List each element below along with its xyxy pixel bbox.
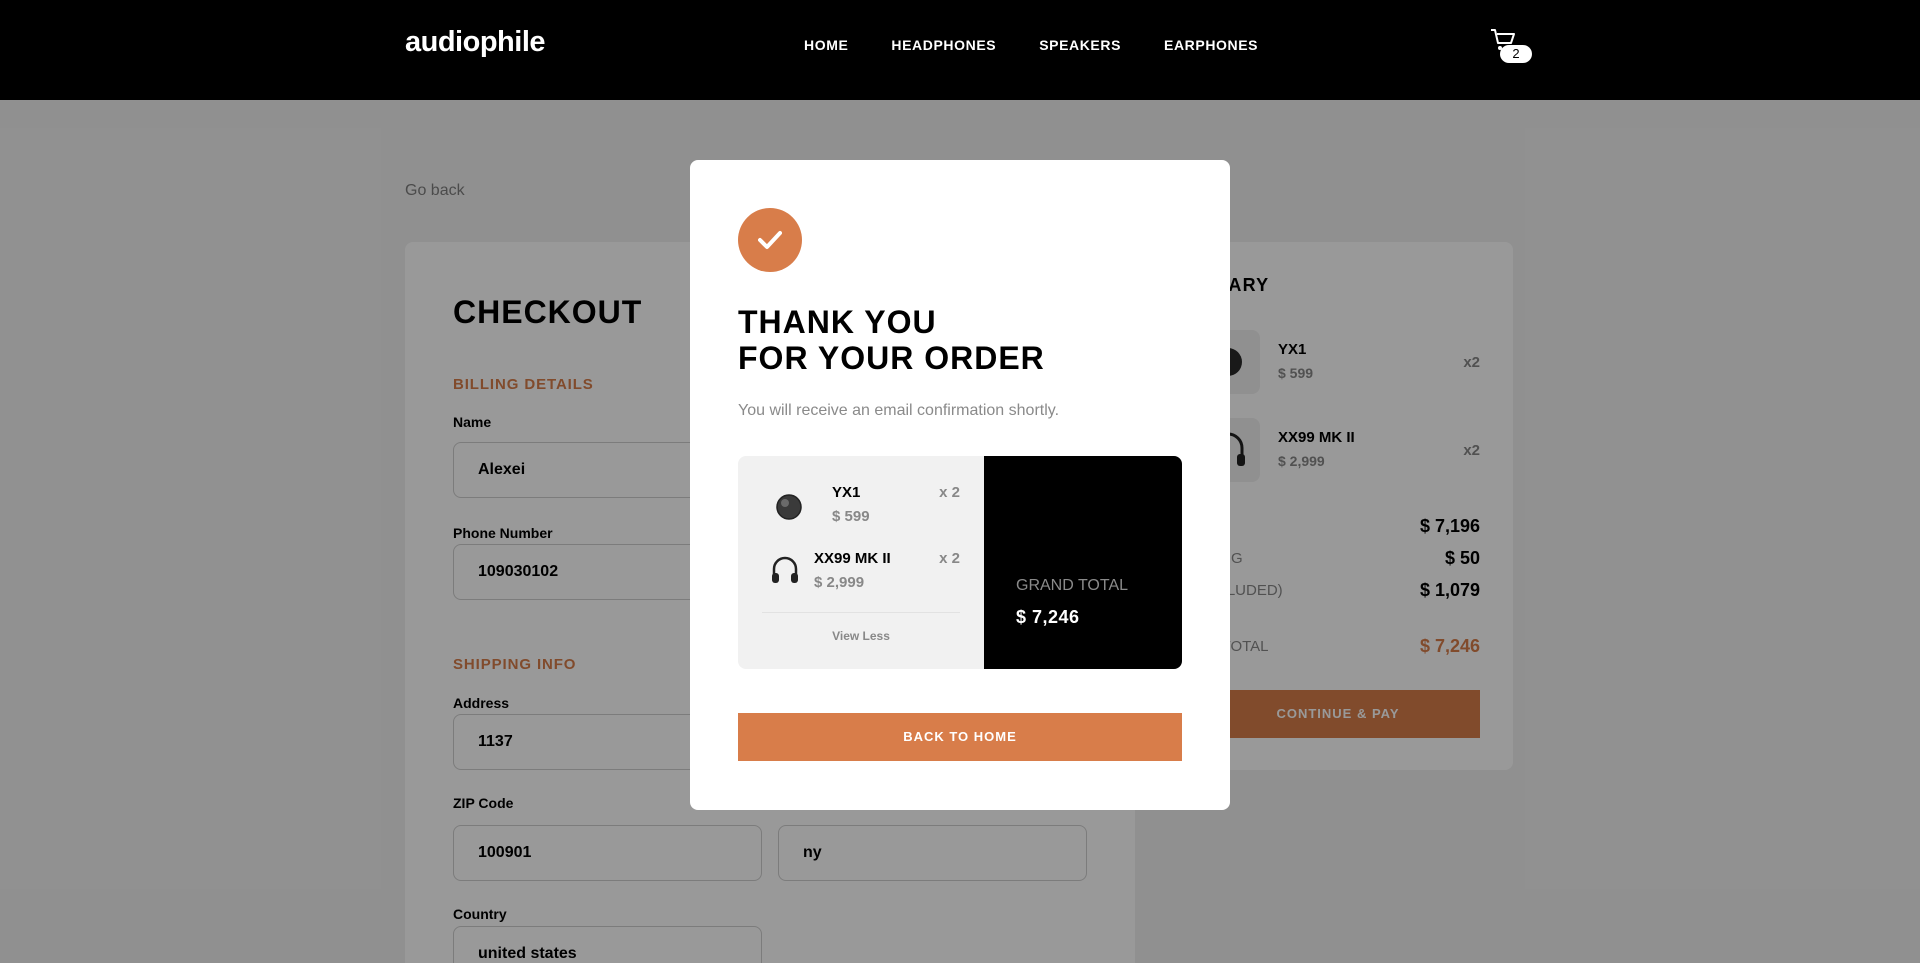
speaker-icon xyxy=(772,490,806,524)
back-to-home-button[interactable]: BACK TO HOME xyxy=(738,713,1182,761)
nav-earphones[interactable]: EARPHONES xyxy=(1164,37,1258,53)
order-items-list: YX1 $ 599 x 2 XX99 MK II $ 2,999 x 2 Vie… xyxy=(738,456,984,669)
modal-subtitle: You will receive an email confirmation s… xyxy=(738,402,1060,419)
order-confirmation-modal: THANK YOU FOR YOUR ORDER You will receiv… xyxy=(690,160,1230,810)
modal-title-line: FOR YOUR ORDER xyxy=(738,340,1045,376)
order-item-name: YX1 xyxy=(832,484,861,501)
headphones-icon xyxy=(768,553,802,587)
site-header: audiophile HOME HEADPHONES SPEAKERS EARP… xyxy=(0,0,1920,100)
cart-count-badge: 2 xyxy=(1500,45,1532,63)
order-item-price: $ 2,999 xyxy=(814,574,865,591)
modal-title: THANK YOU FOR YOUR ORDER xyxy=(738,304,1045,376)
nav-speakers[interactable]: SPEAKERS xyxy=(1039,37,1121,53)
modal-title-line: THANK YOU xyxy=(738,304,937,340)
order-item-qty: x 2 xyxy=(939,484,960,501)
divider xyxy=(762,612,960,613)
view-less-link[interactable]: View Less xyxy=(738,629,984,643)
grand-total-box: GRAND TOTAL $ 7,246 xyxy=(984,456,1182,669)
grand-total-label: GRAND TOTAL xyxy=(1016,577,1129,594)
order-item-name: XX99 MK II xyxy=(814,550,891,567)
order-recap: YX1 $ 599 x 2 XX99 MK II $ 2,999 x 2 Vie… xyxy=(738,456,1182,669)
grand-total-value: $ 7,246 xyxy=(1016,607,1080,627)
success-check-icon xyxy=(738,208,802,272)
nav-headphones[interactable]: HEADPHONES xyxy=(891,37,996,53)
nav-home[interactable]: HOME xyxy=(804,37,848,53)
order-item-price: $ 599 xyxy=(832,508,870,525)
logo[interactable]: audiophile xyxy=(405,26,546,59)
order-item-qty: x 2 xyxy=(939,550,960,567)
main-nav: HOME HEADPHONES SPEAKERS EARPHONES xyxy=(804,37,1258,53)
